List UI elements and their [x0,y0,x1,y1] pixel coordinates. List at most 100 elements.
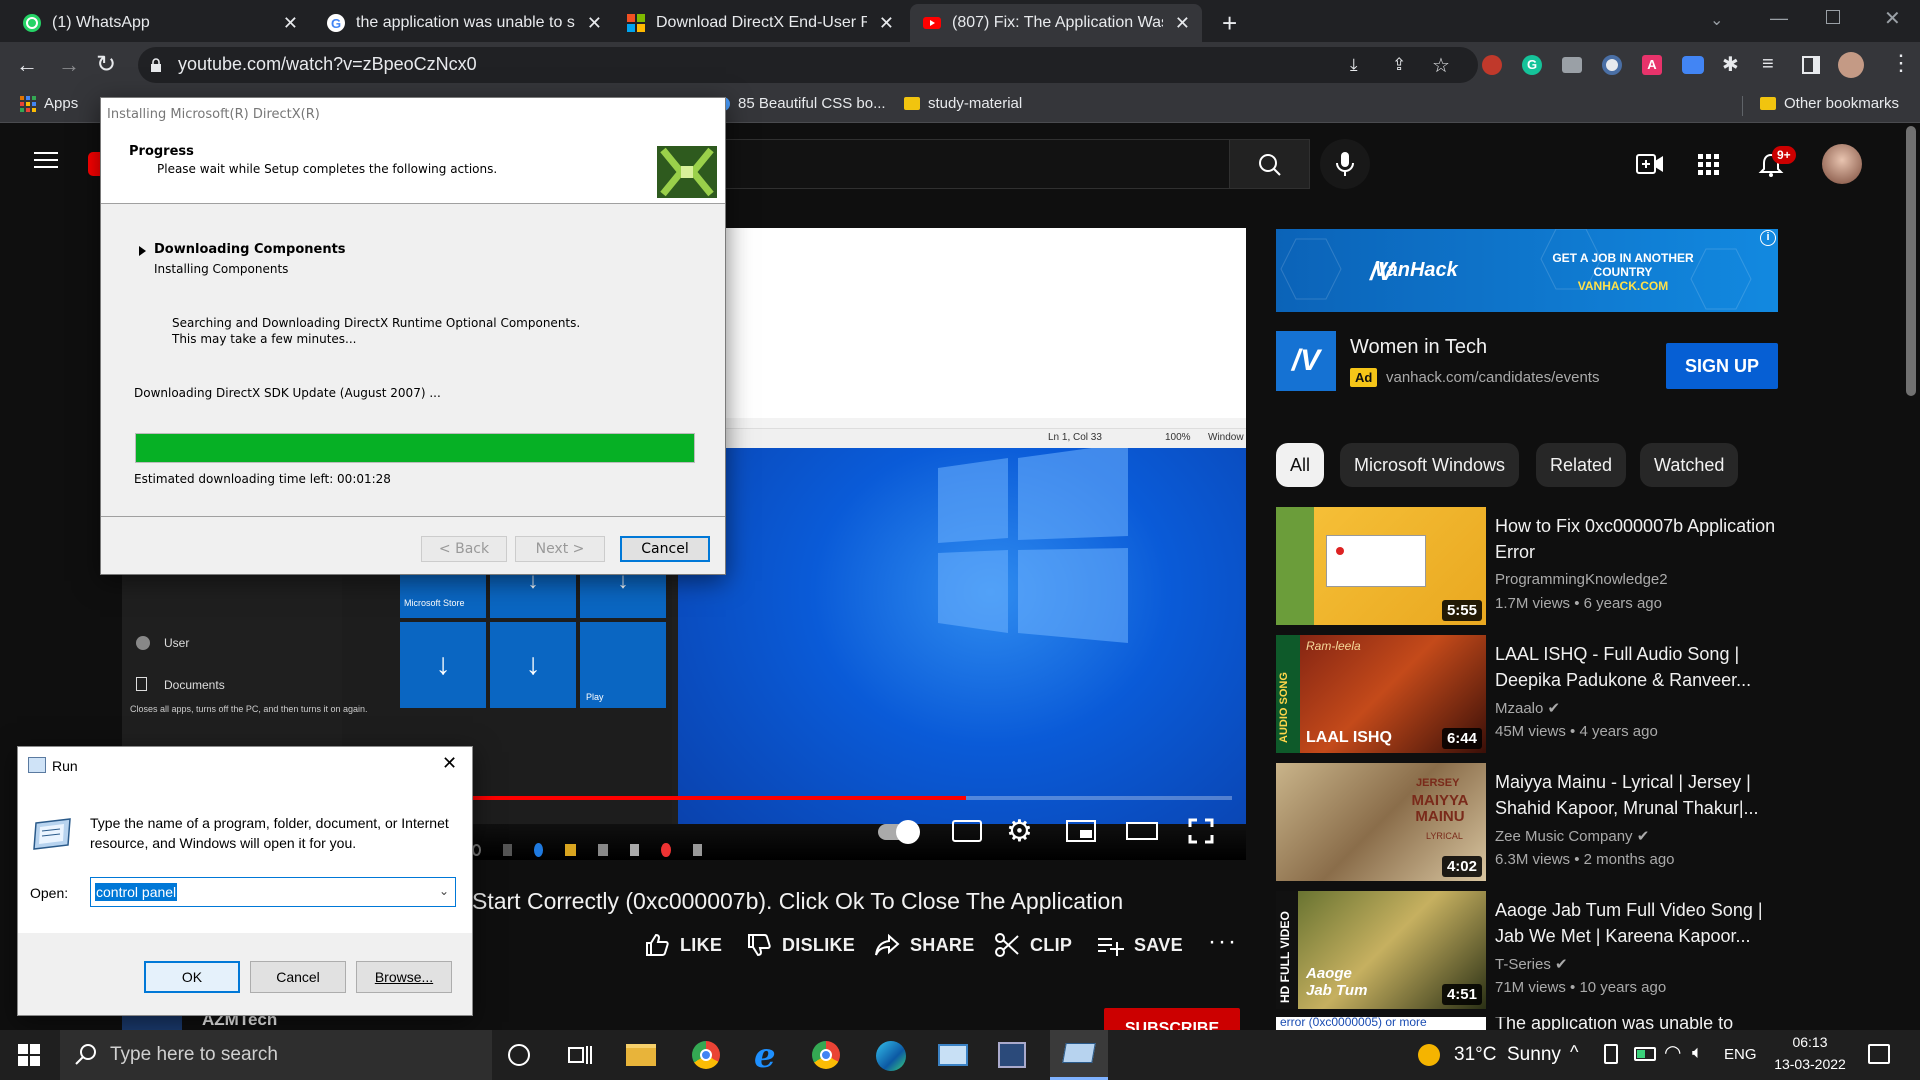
profile-avatar[interactable] [1838,52,1864,78]
settings-gear-icon[interactable]: ⚙ [1006,814,1033,849]
folder-icon [1760,97,1776,110]
like-button[interactable]: LIKE [644,932,722,958]
chip-all[interactable]: All [1276,443,1325,487]
camera-extension-icon[interactable] [1562,57,1582,73]
bookmark-css[interactable]: 85 Beautiful CSS bo... [716,95,886,112]
chrome-taskbar-icon[interactable] [692,1041,720,1069]
cancel-button[interactable]: Cancel [620,536,710,562]
reading-list-icon[interactable]: ≡ [1762,53,1774,76]
subtitles-icon[interactable] [952,820,982,842]
ad-banner[interactable]: VanHack GET A JOB IN ANOTHER COUNTRY VAN… [1276,229,1778,312]
fullscreen-icon[interactable] [1188,818,1214,844]
bookmark-folder-study[interactable]: study-material [904,95,1022,112]
page-scrollbar[interactable] [1906,126,1916,396]
extension-icon[interactable] [1482,55,1502,75]
new-tab-icon[interactable]: + [1222,8,1237,39]
device-icon[interactable] [1604,1044,1618,1064]
share-button[interactable]: SHARE [874,932,975,958]
video-notepad-eol: Window [1208,432,1244,443]
bookmark-apps[interactable]: Apps [20,95,78,112]
bookmark-folder-other[interactable]: Other bookmarks [1760,95,1899,112]
run-taskbar-button[interactable] [1050,1030,1108,1080]
youtube-avatar[interactable] [1822,144,1862,184]
back-icon[interactable]: ← [16,52,38,78]
subscribe-button[interactable]: SUBSCRIBE [1104,1008,1240,1030]
weather-sun-icon[interactable] [1418,1044,1440,1066]
back-button[interactable]: < Back [421,536,507,562]
forward-icon[interactable]: → [58,52,80,78]
network-app-icon[interactable] [998,1042,1026,1068]
extensions-puzzle-icon[interactable]: ✱ [1722,52,1739,77]
close-tab-icon[interactable]: ✕ [1175,13,1190,34]
ad-signup-button[interactable]: SIGN UP [1666,343,1778,389]
ad-logo-icon[interactable]: /V [1276,331,1336,391]
reload-icon[interactable]: ↻ [96,50,116,79]
lock-icon[interactable] [150,58,162,72]
install-app-icon[interactable]: ⤓ [1350,55,1358,75]
hamburger-menu-icon[interactable] [34,150,58,170]
chip-microsoft-windows[interactable]: Microsoft Windows [1340,443,1520,487]
more-actions-icon[interactable]: ··· [1208,928,1238,956]
youtube-apps-icon[interactable] [1698,154,1720,176]
tab-google-search[interactable]: G the application was unable to sta ✕ [314,4,614,42]
autoplay-toggle[interactable] [878,820,920,844]
tab-directx-download[interactable]: Download DirectX End-User Runt ✕ [614,4,906,42]
task-view-icon[interactable] [568,1044,592,1066]
recommended-video-thumbnail[interactable]: error (0xc0000005) or more [1276,1017,1486,1030]
internet-explorer-icon[interactable]: e [754,1036,776,1076]
share-page-icon[interactable]: ⇪ [1392,55,1406,75]
tab-youtube-active[interactable]: (807) Fix: The Application Was Ur ✕ [910,4,1202,42]
ok-button[interactable]: OK [144,961,240,993]
control-panel-icon[interactable] [938,1044,968,1066]
extension-a-icon[interactable]: A [1642,55,1662,75]
restore-icon[interactable] [1826,10,1840,24]
browse-button[interactable]: Browse... [356,961,452,993]
extension-icon[interactable] [1602,55,1622,75]
chrome-menu-icon[interactable]: ⋮ [1890,50,1912,76]
language-indicator[interactable]: ENG [1724,1046,1757,1063]
apps-grid-icon [20,95,36,112]
minimize-icon[interactable]: — [1770,8,1788,29]
close-window-icon[interactable]: ✕ [1884,6,1901,31]
chip-watched[interactable]: Watched [1640,443,1739,487]
grammarly-icon[interactable]: G [1522,55,1542,75]
miniplayer-icon[interactable] [1066,820,1096,842]
speaker-icon[interactable]: 🔈︎ [1692,1042,1703,1063]
close-tab-icon[interactable]: ✕ [283,13,298,34]
windows-start-icon[interactable] [18,1044,40,1066]
cancel-button[interactable]: Cancel [250,961,346,993]
video-tile-label: Play [586,692,604,702]
clock-date[interactable]: 13-03-2022 [1764,1056,1856,1072]
file-explorer-icon[interactable] [626,1044,656,1066]
cortana-icon[interactable] [508,1044,530,1066]
tab-search-icon[interactable]: ⌄ [1710,10,1723,30]
theater-mode-icon[interactable] [1126,822,1158,840]
chevron-down-icon[interactable]: ⌄ [439,884,449,898]
notification-center-icon[interactable] [1868,1044,1890,1064]
wifi-icon[interactable]: ◠ [1664,1040,1681,1065]
battery-icon[interactable] [1634,1047,1656,1061]
close-tab-icon[interactable]: ✕ [587,13,602,34]
chip-related[interactable]: Related [1536,443,1627,487]
search-button[interactable] [1230,139,1310,189]
edge-icon[interactable] [876,1041,906,1071]
create-video-icon[interactable] [1636,152,1664,176]
ad-info-icon[interactable]: i [1760,230,1776,246]
extension-icon[interactable] [1682,56,1704,74]
bookmark-star-icon[interactable]: ☆ [1432,53,1450,78]
side-panel-icon[interactable] [1802,56,1820,74]
clock-time[interactable]: 06:13 [1770,1034,1850,1050]
chrome-profile-icon[interactable] [812,1041,840,1069]
weather-text[interactable]: 31°C Sunny [1454,1044,1561,1066]
ad-domain: VANHACK.COM [1577,279,1669,293]
voice-search-button[interactable] [1320,139,1370,189]
close-icon[interactable]: ✕ [442,753,457,774]
clip-button[interactable]: CLIP [994,932,1072,958]
run-open-input[interactable]: control panel ⌄ [90,877,456,907]
dislike-button[interactable]: DISLIKE [746,932,855,958]
save-button[interactable]: SAVE [1096,932,1183,958]
tab-whatsapp[interactable]: (1) WhatsApp ✕ [10,4,310,42]
next-button[interactable]: Next > [515,536,605,562]
close-tab-icon[interactable]: ✕ [879,13,894,34]
show-hidden-icons-icon[interactable]: ^ [1570,1042,1578,1063]
